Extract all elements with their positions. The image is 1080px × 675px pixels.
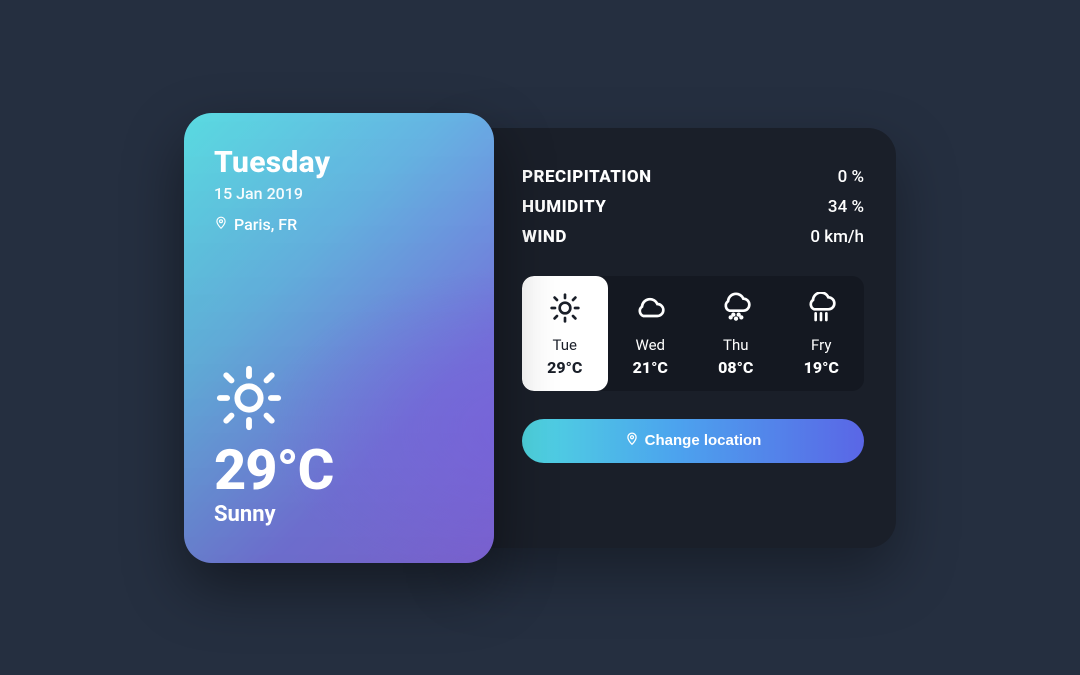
sun-icon [214, 363, 464, 437]
snow-icon [720, 309, 752, 328]
forecast-row: Tue 29°C Wed 21°C Thu 08°C [522, 276, 864, 391]
current-weather-card: Tuesday 15 Jan 2019 Paris, FR 29°C Sunny [184, 113, 494, 563]
stat-label: HUMIDITY [522, 197, 606, 217]
weather-widget: Tuesday 15 Jan 2019 Paris, FR 29°C Sunny… [184, 113, 896, 563]
current-condition: Sunny [214, 502, 464, 527]
pin-icon [625, 432, 639, 450]
pin-icon [214, 215, 228, 234]
forecast-day-temp: 08°C [693, 358, 779, 377]
forecast-day-fry[interactable]: Fry 19°C [779, 276, 865, 391]
stats-block: PRECIPITATION 0 % HUMIDITY 34 % WIND 0 k… [522, 162, 864, 252]
cloud-icon [634, 309, 666, 328]
stat-value: 0 % [838, 167, 864, 187]
forecast-day-temp: 29°C [522, 358, 608, 377]
stat-value: 34 % [828, 197, 864, 217]
forecast-day-label: Fry [779, 336, 865, 354]
forecast-day-label: Tue [522, 336, 608, 354]
forecast-day-temp: 19°C [779, 358, 865, 377]
forecast-day-label: Thu [693, 336, 779, 354]
location-row: Paris, FR [214, 215, 297, 234]
change-location-button[interactable]: Change location [522, 419, 864, 463]
stat-value: 0 km/h [810, 227, 864, 247]
forecast-day-wed[interactable]: Wed 21°C [608, 276, 694, 391]
current-day: Tuesday [214, 145, 464, 180]
current-temperature: 29°C [214, 441, 464, 500]
stat-humidity: HUMIDITY 34 % [522, 192, 864, 222]
location-text: Paris, FR [234, 215, 297, 234]
current-date: 15 Jan 2019 [214, 184, 464, 203]
stat-precipitation: PRECIPITATION 0 % [522, 162, 864, 192]
change-location-label: Change location [645, 432, 762, 449]
stat-wind: WIND 0 km/h [522, 222, 864, 252]
forecast-day-label: Wed [608, 336, 694, 354]
rain-icon [805, 309, 837, 328]
stat-label: WIND [522, 227, 567, 247]
stat-label: PRECIPITATION [522, 167, 652, 187]
forecast-day-tue[interactable]: Tue 29°C [522, 276, 608, 391]
forecast-day-thu[interactable]: Thu 08°C [693, 276, 779, 391]
details-card: PRECIPITATION 0 % HUMIDITY 34 % WIND 0 k… [466, 128, 896, 548]
forecast-day-temp: 21°C [608, 358, 694, 377]
sun-icon [549, 309, 581, 328]
